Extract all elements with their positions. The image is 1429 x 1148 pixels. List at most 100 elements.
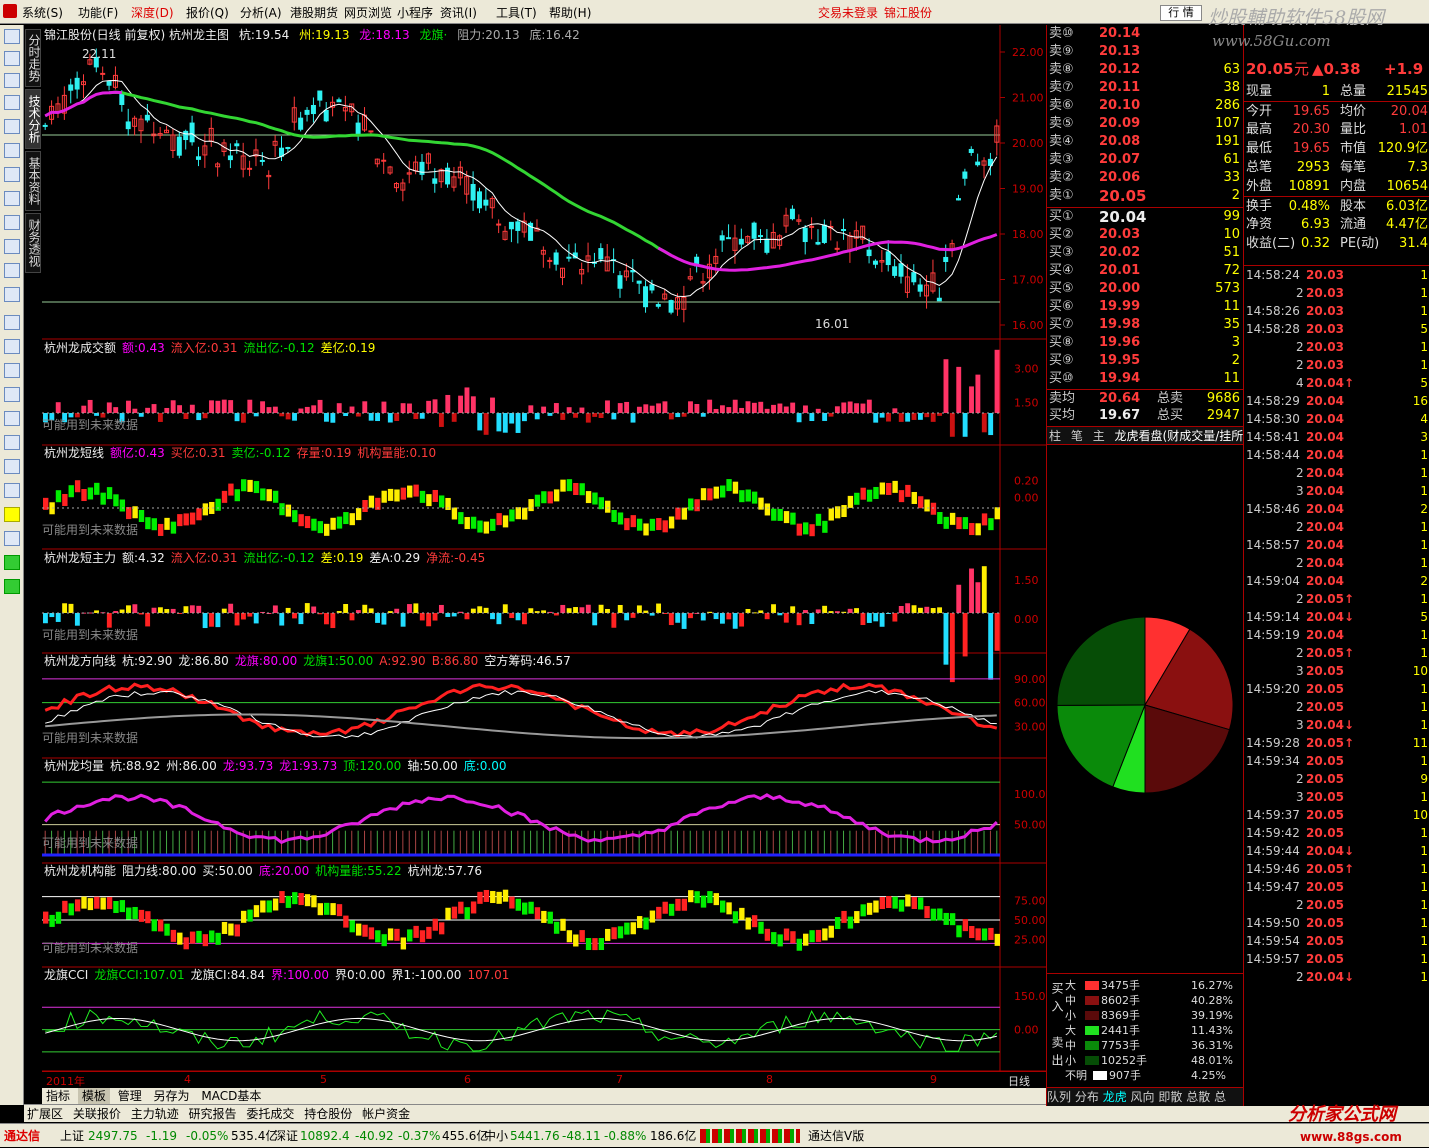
tool-button-8[interactable] [4, 191, 20, 206]
tab-longhu[interactable]: 龙虎 [1103, 1090, 1127, 1104]
quote-tab-button[interactable]: 行 情 [1160, 5, 1202, 21]
tab-fengxiang[interactable]: 风向 [1131, 1090, 1155, 1104]
buy-level-row[interactable]: 买⑩ 19.94 11 [1047, 370, 1244, 388]
tick-row: 14:59:57 20.05 1 [1244, 950, 1429, 968]
tab-main[interactable]: 主 [1093, 429, 1105, 443]
menu-hk-futures[interactable]: 港股期货 [290, 4, 338, 21]
menu-help[interactable]: 帮助(H) [549, 4, 591, 21]
tab-zongsan[interactable]: 总散 [1186, 1090, 1210, 1104]
sell-level-row[interactable]: 卖② 20.06 33 [1047, 169, 1244, 187]
indicator-name[interactable]: 杭州龙短主力 [44, 551, 116, 565]
tab-account[interactable]: 帐户资金 [359, 1105, 413, 1123]
indicator-name[interactable]: 龙旗CCI [44, 968, 88, 982]
tab-research[interactable]: 研究报告 [186, 1105, 240, 1123]
tab-zong[interactable]: 总 [1214, 1090, 1226, 1104]
tab-longhu-view[interactable]: 龙虎看盘(财成交量/挂所有 [1115, 429, 1244, 443]
indicator-name[interactable]: 杭州龙方向线 [44, 654, 116, 668]
volume-bar [438, 413, 444, 427]
sell-level-row[interactable]: 卖⑤ 20.09 107 [1047, 115, 1244, 133]
tool-button-12[interactable] [4, 287, 20, 302]
tool-button-18[interactable] [4, 435, 20, 450]
tab-technical[interactable]: 技术分析 [25, 89, 41, 149]
tool-button-2[interactable] [4, 51, 20, 66]
buy-level-row[interactable]: 买① 20.04 99 [1047, 208, 1244, 226]
indicator-name[interactable]: 杭州龙短线 [44, 446, 104, 460]
buy-level-row[interactable]: 买⑤ 20.00 573 [1047, 280, 1244, 298]
menu-depth[interactable]: 深度(D) [131, 4, 174, 21]
tab-indicator[interactable]: 指标 [42, 1088, 74, 1104]
tab-positions[interactable]: 持仓股份 [301, 1105, 355, 1123]
buy-level-row[interactable]: 买④ 20.01 72 [1047, 262, 1244, 280]
sell-level-row[interactable]: 卖① 20.05 2 [1047, 187, 1244, 205]
tool-button-14[interactable] [4, 339, 20, 354]
axis-label-7: 7 [616, 1073, 623, 1086]
tab-financials[interactable]: 财务透视 [25, 213, 41, 273]
indicator-name[interactable]: 杭州龙均量 [44, 759, 104, 773]
pencil-icon[interactable] [4, 507, 20, 522]
menu-tools[interactable]: 工具(T) [496, 4, 537, 21]
move-icon[interactable] [4, 531, 20, 546]
menu-analysis[interactable]: 分析(A) [240, 4, 282, 21]
buy-level-row[interactable]: 买③ 20.02 51 [1047, 244, 1244, 262]
sell-level-row[interactable]: 卖⑦ 20.11 38 [1047, 79, 1244, 97]
tool-button-7[interactable] [4, 167, 20, 182]
chart-area[interactable]: 22.00 21.00 20.00 19.00 18.00 17.00 16.00 3.00 1… [42, 25, 1046, 1087]
menu-news[interactable]: 资讯(I) [440, 4, 477, 21]
tab-bar[interactable]: 柱 [1049, 429, 1061, 443]
tab-related-quote[interactable]: 关联报价 [70, 1105, 124, 1123]
tab-fundamentals[interactable]: 基本资料 [25, 151, 41, 211]
inst-block [937, 908, 943, 921]
arrow-up-icon[interactable] [4, 555, 20, 570]
tool-button-6[interactable] [4, 143, 20, 158]
menu-web[interactable]: 网页浏览 [344, 4, 392, 21]
tab-main-track[interactable]: 主力轨迹 [128, 1105, 182, 1123]
tool-button-17[interactable] [4, 411, 20, 426]
tool-button-11[interactable] [4, 263, 20, 278]
tool-button-19[interactable] [4, 459, 20, 474]
mainforce-bar [822, 605, 828, 613]
tab-extension[interactable]: 扩展区 [24, 1105, 66, 1123]
menu-quote[interactable]: 报价(Q) [186, 4, 229, 21]
tab-template[interactable]: 模板 [77, 1088, 110, 1104]
buy-level-row[interactable]: 买⑥ 19.99 11 [1047, 298, 1244, 316]
tab-distribution[interactable]: 分布 [1075, 1090, 1099, 1104]
menu-miniapp[interactable]: 小程序 [397, 4, 433, 21]
sell-level-row[interactable]: 卖⑧ 20.12 63 [1047, 61, 1244, 79]
tool-button-4[interactable] [4, 95, 20, 110]
buy-level-row[interactable]: 买⑧ 19.96 3 [1047, 334, 1244, 352]
tool-button-1[interactable] [4, 29, 20, 44]
indicator-name[interactable]: 杭州龙机构能 [44, 864, 116, 878]
sell-level-row[interactable]: 卖③ 20.07 61 [1047, 151, 1244, 169]
volume-bar [157, 413, 163, 422]
tick-time: 14:59:14 [1246, 610, 1300, 624]
tool-button-3[interactable] [4, 73, 20, 88]
tab-orders[interactable]: 委托成交 [243, 1105, 297, 1123]
menu-system[interactable]: 系统(S) [22, 4, 63, 21]
tool-button-15[interactable] [4, 363, 20, 378]
tab-jisan[interactable]: 即散 [1158, 1090, 1182, 1104]
tool-button-9[interactable] [4, 215, 20, 230]
tab-macd[interactable]: MACD基本 [197, 1088, 265, 1104]
arrow-down-icon[interactable] [4, 579, 20, 594]
tool-button-10[interactable] [4, 239, 20, 254]
tool-button-13[interactable] [4, 315, 20, 330]
buy-level-row[interactable]: 买⑦ 19.98 35 [1047, 316, 1244, 334]
inst-block [157, 919, 164, 932]
axis-period[interactable]: 日线 [1008, 1073, 1030, 1089]
sell-level-row[interactable]: 卖⑥ 20.10 286 [1047, 97, 1244, 115]
trade-login-status[interactable]: 交易未登录 [818, 4, 878, 21]
tab-tick[interactable]: 笔 [1071, 429, 1083, 443]
sell-level-row[interactable]: 卖④ 20.08 191 [1047, 133, 1244, 151]
inst-block [292, 892, 298, 905]
menu-function[interactable]: 功能(F) [78, 4, 118, 21]
buy-level-row[interactable]: 买⑨ 19.95 2 [1047, 352, 1244, 370]
indicator-name[interactable]: 杭州龙成交额 [44, 341, 116, 355]
tab-save-as[interactable]: 另存为 [150, 1088, 194, 1104]
tab-intraday[interactable]: 分时走势 [25, 29, 41, 87]
tab-manage[interactable]: 管理 [114, 1088, 146, 1104]
tool-button-20[interactable] [4, 483, 20, 498]
buy-level-row[interactable]: 买② 20.03 10 [1047, 226, 1244, 244]
tool-button-16[interactable] [4, 387, 20, 402]
tool-button-5[interactable] [4, 119, 20, 134]
tab-queue[interactable]: 队列 [1047, 1090, 1071, 1104]
